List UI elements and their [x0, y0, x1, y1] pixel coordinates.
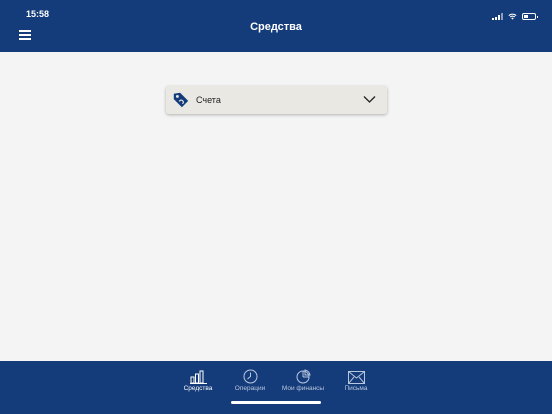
tab-operations[interactable]: Операции	[220, 369, 280, 392]
cellular-signal-icon	[492, 13, 503, 20]
page-title: Средства	[250, 21, 302, 33]
tab-label: Письма	[344, 385, 368, 392]
account-selector-dropdown[interactable]: Счета	[166, 86, 387, 114]
clock-icon	[243, 369, 257, 384]
bar-chart-icon	[189, 370, 207, 384]
price-tag-icon	[173, 92, 189, 108]
tab-label: Операции	[234, 385, 266, 392]
tab-funds[interactable]: Средства	[168, 369, 228, 392]
account-selector-label: Счета	[196, 95, 221, 105]
battery-icon	[522, 13, 538, 20]
bottom-tab-bar: Средства Операции Мои финансы Письма	[0, 361, 552, 414]
top-navigation-bar: 15:58 Средства	[0, 0, 552, 52]
status-time: 15:58	[26, 9, 50, 19]
home-indicator[interactable]	[231, 401, 321, 404]
envelope-icon	[347, 371, 365, 384]
tab-letters[interactable]: Письма	[326, 369, 386, 392]
tab-label: Средства	[183, 385, 213, 392]
tab-my-finances[interactable]: Мои финансы	[273, 369, 333, 392]
pie-chart-icon	[296, 369, 311, 384]
wifi-icon	[508, 13, 517, 20]
status-icons	[492, 13, 538, 20]
tab-label: Мои финансы	[281, 385, 325, 392]
chevron-down-icon	[363, 96, 376, 103]
